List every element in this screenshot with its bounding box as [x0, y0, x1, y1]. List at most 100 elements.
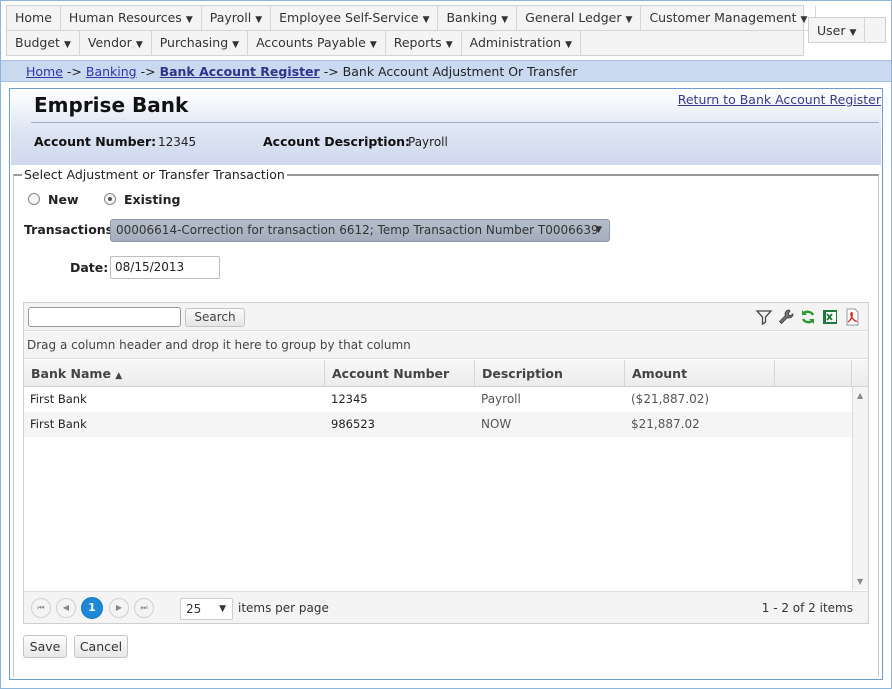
sort-ascending-icon: ▲	[115, 371, 123, 381]
transactions-select[interactable]: 00006614-Correction for transaction 6612…	[110, 219, 610, 242]
return-to-register-link[interactable]: Return to Bank Account Register	[678, 92, 881, 107]
chevron-down-icon: ▼	[595, 225, 602, 235]
first-page-button[interactable]: ⏮	[31, 598, 51, 618]
grid-header: Bank Name ▲ Account Number Description A…	[24, 360, 868, 387]
pager-info: 1 - 2 of 2 items	[761, 601, 853, 615]
header-divider	[31, 122, 879, 123]
menu-payroll[interactable]: Payroll ▼	[201, 6, 272, 31]
menu-user[interactable]: User ▼	[809, 18, 866, 43]
transactions-label: Transactions	[24, 222, 114, 237]
page-size-select[interactable]: 25 ▼	[180, 598, 233, 620]
account-number-value: 12345	[158, 135, 197, 149]
search-button[interactable]: Search	[185, 308, 245, 327]
chevron-down-icon: ▼	[422, 15, 430, 25]
account-description-value: Payroll	[408, 135, 448, 149]
cell-description: NOW	[481, 417, 512, 431]
page-title: Emprise Bank	[34, 93, 189, 117]
account-header: Emprise Bank Return to Bank Account Regi…	[11, 90, 881, 165]
menu-administration[interactable]: Administration ▼	[461, 31, 581, 56]
cell-amount: $21,887.02	[631, 417, 700, 431]
chevron-down-icon: ▼	[565, 40, 572, 50]
date-input[interactable]: 08/15/2013	[110, 256, 220, 279]
radio-existing[interactable]	[104, 193, 116, 205]
chevron-down-icon: ▼	[232, 40, 240, 50]
cell-amount: ($21,887.02)	[631, 392, 710, 406]
chevron-down-icon: ▼	[219, 604, 226, 614]
grid-toolbar: Search	[24, 303, 868, 331]
menu-human-resources[interactable]: Human Resources ▼	[60, 6, 202, 31]
chevron-down-icon: ▼	[501, 15, 509, 25]
chevron-down-icon: ▼	[255, 15, 263, 25]
account-number-label: Account Number:	[34, 134, 157, 149]
breadcrumb-register-link[interactable]: Bank Account Register	[160, 64, 320, 79]
menu-row-1: Home Human Resources ▼ Payroll ▼ Employee …	[7, 6, 817, 31]
breadcrumb-current: Bank Account Adjustment Or Transfer	[342, 64, 578, 79]
menu-general-ledger[interactable]: General Ledger ▼	[517, 6, 642, 31]
menu-banking[interactable]: Banking ▼	[438, 6, 518, 31]
account-description-label: Account Description:	[263, 134, 411, 149]
scroll-down-icon[interactable]: ▼	[857, 577, 863, 586]
fieldset-legend: Select Adjustment or Transfer Transactio…	[22, 167, 287, 182]
scroll-up-icon[interactable]: ▲	[857, 391, 863, 400]
menu-vendor[interactable]: Vendor ▼	[79, 31, 152, 56]
excel-icon[interactable]	[821, 308, 839, 326]
breadcrumb-home-link[interactable]: Home	[26, 64, 63, 79]
vertical-scrollbar[interactable]: ▲ ▼	[852, 387, 868, 590]
column-header-amount[interactable]: Amount	[625, 360, 775, 386]
main-panel: Emprise Bank Return to Bank Account Regi…	[9, 88, 883, 680]
radio-new-label: New	[48, 192, 79, 207]
chevron-down-icon: ▼	[800, 15, 808, 25]
last-page-button[interactable]: ⏭	[134, 598, 154, 618]
menu-reports[interactable]: Reports ▼	[385, 31, 462, 56]
chevron-down-icon: ▼	[369, 40, 377, 50]
column-header-account-number[interactable]: Account Number	[325, 360, 475, 386]
radio-new[interactable]	[28, 193, 40, 205]
cell-account-number: 986523	[331, 417, 375, 431]
next-page-button[interactable]: ▶	[109, 598, 129, 618]
main-menu: Home Human Resources ▼ Payroll ▼ Employee …	[6, 5, 817, 56]
chevron-down-icon: ▼	[185, 15, 193, 25]
previous-page-button[interactable]: ◀	[56, 598, 76, 618]
cell-account-number: 12345	[331, 392, 368, 406]
chevron-down-icon: ▼	[849, 28, 857, 38]
radio-existing-label: Existing	[124, 192, 181, 207]
menu-row-2: Budget ▼ Vendor ▼ Purchasing ▼ Accounts Pay…	[7, 31, 581, 56]
search-input[interactable]	[28, 307, 181, 327]
menu-customer-management[interactable]: Customer Management ▼	[641, 6, 817, 31]
user-menu: User ▼	[808, 17, 886, 43]
menu-budget[interactable]: Budget ▼	[7, 31, 80, 56]
save-button[interactable]: Save	[23, 635, 67, 658]
cancel-button[interactable]: Cancel	[74, 635, 128, 658]
grid-body: First Bank 12345 Payroll ($21,887.02) Fi…	[24, 387, 852, 590]
table-row[interactable]: First Bank 12345 Payroll ($21,887.02)	[24, 387, 852, 412]
items-per-page-label: items per page	[238, 601, 329, 615]
group-by-area[interactable]: Drag a column header and drop it here to…	[24, 332, 868, 359]
transactions-selected-value: 00006614-Correction for transaction 6612…	[116, 223, 599, 237]
breadcrumb-separator: ->	[66, 64, 82, 79]
wrench-icon[interactable]	[777, 308, 795, 326]
cell-bank-name: First Bank	[30, 417, 87, 431]
pdf-icon[interactable]	[843, 308, 861, 326]
chevron-down-icon: ▼	[63, 40, 71, 50]
cell-bank-name: First Bank	[30, 392, 87, 406]
breadcrumb-separator: ->	[323, 64, 339, 79]
date-label: Date:	[70, 260, 109, 275]
grid-pager: ⏮ ◀ 1 ▶ ⏭ 25 ▼ items per page 1 - 2 of 2 …	[24, 591, 868, 623]
chevron-down-icon: ▼	[135, 40, 143, 50]
breadcrumb-banking-link[interactable]: Banking	[86, 64, 137, 79]
page-button-current[interactable]: 1	[81, 597, 103, 619]
column-header-spacer	[775, 360, 852, 386]
menu-accounts-payable[interactable]: Accounts Payable ▼	[248, 31, 386, 56]
filter-icon[interactable]	[755, 308, 773, 326]
menu-purchasing[interactable]: Purchasing ▼	[151, 31, 249, 56]
refresh-icon[interactable]	[799, 308, 817, 326]
column-header-bank-name[interactable]: Bank Name ▲	[24, 360, 325, 386]
table-row[interactable]: First Bank 986523 NOW $21,887.02	[24, 412, 852, 437]
column-header-description[interactable]: Description	[475, 360, 625, 386]
menu-employee-self-service[interactable]: Employee Self-Service ▼	[271, 6, 439, 31]
breadcrumb: Home -> Banking -> Bank Account Register…	[26, 64, 577, 79]
bank-grid: Search Drag a column header and drop it …	[23, 302, 869, 624]
menu-home[interactable]: Home	[7, 6, 61, 31]
cell-description: Payroll	[481, 392, 521, 406]
chevron-down-icon: ▼	[445, 40, 453, 50]
